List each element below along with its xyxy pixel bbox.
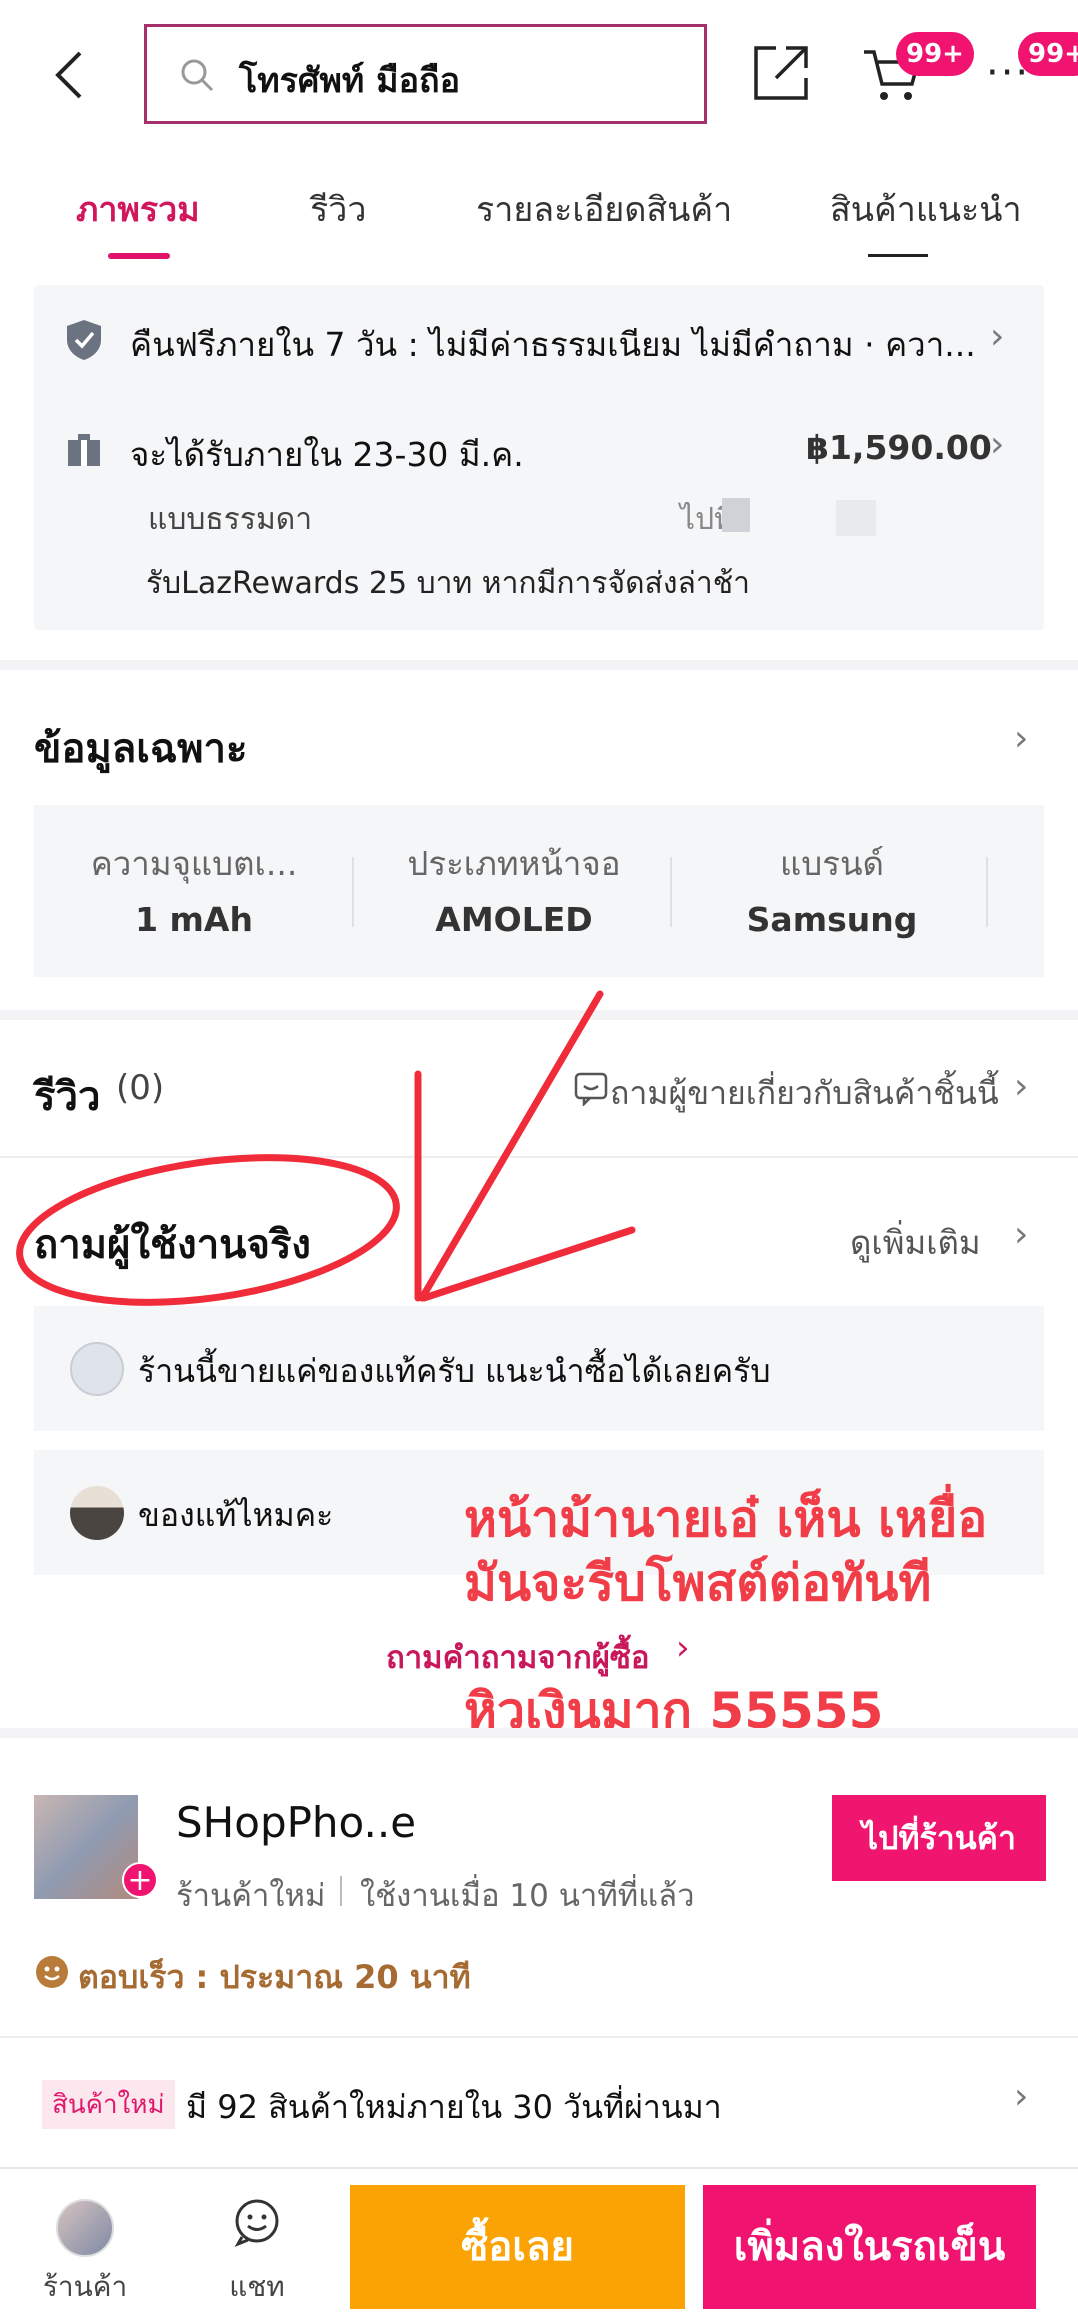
new-items-text[interactable]: มี 92 สินค้าใหม่ภายใน 30 วันที่ผ่านมา: [186, 2082, 722, 2133]
delivery-estimate[interactable]: จะได้รับภายใน 23-30 มี.ค.: [130, 428, 524, 481]
chat-icon[interactable]: [232, 2197, 282, 2251]
redacted-block: [722, 498, 750, 532]
tab-indicator-faded: [868, 254, 928, 257]
avatar: [70, 1342, 124, 1396]
back-arrow-icon[interactable]: [50, 45, 100, 105]
tab-bar: ภาพรวม รีวิว รายละเอียดสินค้า สินค้าแนะน…: [0, 170, 1078, 265]
chevron-right-icon: ›: [990, 316, 1005, 357]
specs-title[interactable]: ข้อมูลเฉพาะ: [34, 716, 247, 780]
chevron-right-icon[interactable]: ›: [1014, 1066, 1028, 1107]
cart-badge: 99+: [896, 32, 974, 76]
shop-last-active: ใช้งานเมื่อ 10 นาทีที่แล้ว: [360, 1878, 695, 1914]
section-divider: [0, 1728, 1078, 1738]
share-icon[interactable]: [752, 44, 810, 106]
spec-brand: แบรนด์ Samsung: [672, 805, 992, 977]
more-badge: 99+: [1018, 32, 1078, 76]
spec-value: 1 mAh: [135, 900, 253, 939]
buy-now-button[interactable]: ซื้อเลย: [350, 2185, 685, 2309]
tab-reviews[interactable]: รีวิว: [310, 182, 366, 236]
smile-icon: [36, 1956, 68, 1988]
annotation-text: มันจะรีบโพสต์ต่อทันที: [464, 1554, 932, 1612]
spec-screen: ประเภทหน้าจอ AMOLED: [354, 805, 674, 977]
chevron-right-icon: ›: [990, 424, 1005, 465]
qa-item[interactable]: ร้านนี้ขายแค่ของแท้ครับ แนะนำซื้อได้เลยค…: [34, 1306, 1044, 1431]
delivery-price: ฿1,590.00: [806, 428, 992, 467]
annotation-text: หิวเงินมาก 55555: [464, 1682, 884, 1740]
spec-label: ความจุแบตเ...: [90, 844, 298, 883]
annotation-drawing: [16, 990, 636, 1306]
chevron-right-icon[interactable]: ›: [1014, 718, 1028, 759]
spec-label: ประเภทหน้าจอ: [407, 844, 621, 883]
qa-see-more[interactable]: ดูเพิ่มเติม: [850, 1216, 981, 1269]
separator: [340, 1876, 342, 1906]
specs-box: ความจุแบตเ... 1 mAh ประเภทหน้าจอ AMOLED …: [34, 805, 1044, 977]
store-label[interactable]: ร้านค้า: [30, 2265, 140, 2309]
tab-recommended[interactable]: สินค้าแนะนำ: [830, 182, 1022, 236]
section-divider: [0, 660, 1078, 670]
new-items-badge: สินค้าใหม่: [42, 2080, 175, 2129]
chat-label[interactable]: แชท: [210, 2265, 304, 2309]
header: โทรศัพท์ มือถือ 99+ ··· 99+ ภาพรวม รีวิว…: [0, 0, 1078, 270]
spec-value: Samsung: [746, 900, 918, 939]
qa-item-text: ร้านนี้ขายแค่ของแท้ครับ แนะนำซื้อได้เลยค…: [138, 1352, 771, 1390]
store-avatar-icon[interactable]: [56, 2199, 114, 2257]
shop-status: ร้านค้าใหม่: [176, 1878, 326, 1914]
spec-battery: ความจุแบตเ... 1 mAh: [34, 805, 354, 977]
response-time: ตอบเร็ว : ประมาณ 20 นาที: [78, 1958, 471, 1996]
chevron-right-icon[interactable]: ›: [1014, 1214, 1028, 1255]
avatar: [70, 1486, 124, 1540]
shop-name[interactable]: SHopPho..e: [176, 1798, 416, 1847]
delivery-type: แบบธรรมดา: [148, 502, 313, 537]
chevron-right-icon[interactable]: ›: [676, 1628, 690, 1668]
search-icon: [179, 57, 217, 99]
search-value: โทรศัพท์ มือถือ: [239, 61, 461, 101]
shield-check-icon: [64, 318, 104, 366]
spec-value: AMOLED: [435, 900, 593, 939]
spec-label: แบรนด์: [780, 844, 884, 883]
gift-box-icon: [66, 432, 102, 472]
spec-separator: [986, 857, 988, 927]
return-policy-text[interactable]: คืนฟรีภายใน 7 วัน : ไม่มีค่าธรรมเนียม ไม…: [130, 318, 976, 371]
tab-details[interactable]: รายละเอียดสินค้า: [476, 182, 732, 236]
chevron-right-icon[interactable]: ›: [1014, 2076, 1028, 2117]
search-input[interactable]: โทรศัพท์ มือถือ: [144, 24, 707, 124]
follow-plus-icon[interactable]: +: [122, 1862, 158, 1898]
bottom-action-bar: ร้านค้า แชท ซื้อเลย เพิ่มลงในรถเข็น: [0, 2167, 1078, 2322]
active-tab-indicator: [108, 253, 170, 259]
tab-overview[interactable]: ภาพรวม: [76, 182, 200, 236]
qa-item-text: ของแท้ไหมคะ: [138, 1496, 334, 1534]
redacted-block: [836, 500, 876, 536]
goto-shop-button[interactable]: ไปที่ร้านค้า: [832, 1795, 1046, 1881]
laz-rewards-text: รับLazRewards 25 บาท หากมีการจัดส่งล่าช้…: [146, 566, 750, 601]
add-to-cart-button[interactable]: เพิ่มลงในรถเข็น: [703, 2185, 1036, 2309]
section-divider: [0, 2036, 1078, 2038]
